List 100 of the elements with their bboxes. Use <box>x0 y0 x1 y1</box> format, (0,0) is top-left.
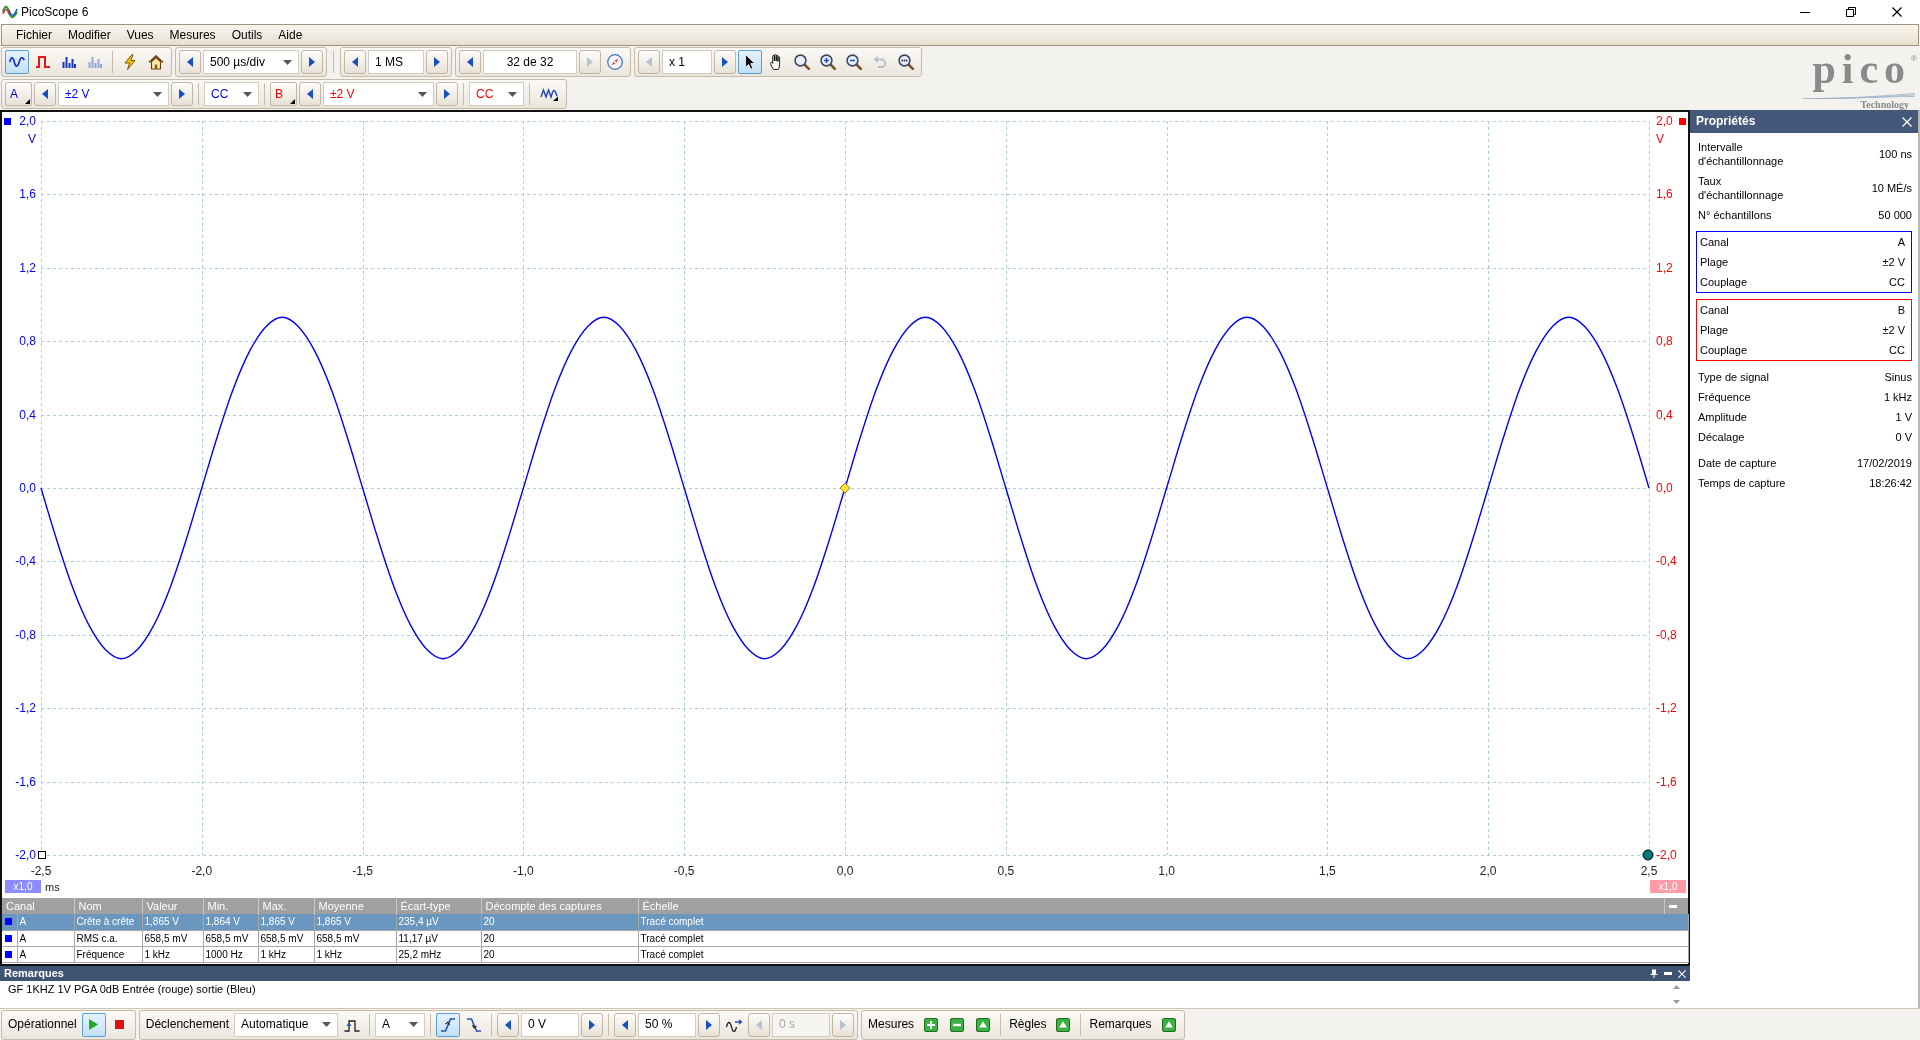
square-handle-icon[interactable] <box>38 851 46 859</box>
x-axis-label: 0,5 <box>997 864 1015 878</box>
threshold-field[interactable]: 0 V <box>521 1012 580 1037</box>
menu-item[interactable]: Mesures <box>161 25 224 45</box>
pin-icon <box>1650 969 1658 978</box>
property-label: Canal <box>1700 303 1730 317</box>
trigger-mode-dropdown[interactable]: Automatique <box>234 1012 339 1037</box>
step-forward-button[interactable] <box>301 50 323 74</box>
step-forward-button[interactable] <box>581 1012 604 1037</box>
left-arrow-icon <box>307 89 313 99</box>
close-button[interactable] <box>1678 969 1686 978</box>
undo-icon <box>873 56 887 68</box>
y-axis-label: -1,2 <box>1656 701 1677 716</box>
scope-mode-button[interactable] <box>5 50 29 74</box>
minimize-icon <box>1668 904 1677 908</box>
x-axis-label: -1,0 <box>513 864 534 878</box>
property-value: Sinus <box>1884 370 1912 384</box>
left-arrow-icon <box>622 1019 629 1030</box>
caret-icon <box>153 91 162 97</box>
menu-item[interactable]: Modifier <box>60 25 119 45</box>
x-axis-label: 2,0 <box>1479 864 1497 878</box>
property-label: Fréquence <box>1698 390 1752 404</box>
menu-item[interactable]: Vues <box>118 25 162 45</box>
menu-item[interactable]: Fichier <box>8 25 60 45</box>
buffer-field[interactable]: 32 de 32 <box>483 50 577 74</box>
x-axis-label: -2,0 <box>191 864 213 878</box>
sine-wave-icon <box>9 57 25 67</box>
close-icon <box>1902 116 1912 127</box>
pointer-tool-button[interactable] <box>738 50 762 74</box>
logo-tagline: Technology <box>1860 99 1909 110</box>
channel-marker-icon[interactable] <box>4 118 11 125</box>
pretrigger-field[interactable]: 50 % <box>638 1012 697 1037</box>
y-axis-label: -1,2 <box>15 701 36 716</box>
pointer-icon <box>744 54 756 70</box>
step-back-button[interactable] <box>179 50 201 74</box>
table-row[interactable]: A RMS c.a. 658,5 mV 658,5 mV 658,5 mV 658,5 mV 11,17 µV 20 Tracé complet <box>2 930 1688 946</box>
table-cell: 1,864 V <box>203 914 258 930</box>
step-forward-button[interactable] <box>714 50 736 74</box>
trigger-label: Déclenchement <box>144 1017 231 1032</box>
step-back-button[interactable] <box>614 1012 637 1037</box>
channel-button[interactable]: A <box>5 82 32 106</box>
plot-area[interactable]: 2,0 2,0 V V 1,6 1,6 1,2 1,2 0,8 0,8 0,4 0,4 0,0 0,0 -0,4 -0,4 -0,8 -0,8 -1,2 -1,2 -1,6 -1,6 -2,0 -2,0 -2,5 -2,0 -1,5 -1,0 -0,5 0,0 0,5 1,0 1,5 2,0 2,5 x1,0 ms x1,0 <box>2 112 1688 898</box>
timebase-dropdown[interactable]: 500 µs/div <box>203 50 299 74</box>
y-axis-label: 1,6 <box>19 187 36 202</box>
waveform-app-icon <box>2 5 18 19</box>
y-axis-label: -2,0 <box>1656 848 1677 862</box>
property-value: ±2 V <box>1882 255 1905 269</box>
table-row[interactable]: A Fréquence 1 kHz 1000 Hz 1 kHz 1 kHz 25,2 mHz 20 Tracé complet <box>2 946 1688 962</box>
channel-marker-icon[interactable] <box>1679 118 1686 125</box>
coupling-dropdown[interactable]: CC <box>469 82 524 106</box>
right-arrow-icon <box>179 89 185 99</box>
right-arrow-icon <box>444 89 450 99</box>
close-button[interactable] <box>1902 116 1912 127</box>
step-forward-button[interactable] <box>171 82 193 106</box>
step-back-button[interactable] <box>299 82 321 106</box>
lightning-icon <box>124 54 136 70</box>
axis-unit-label: V <box>28 132 36 146</box>
circle-handle-icon[interactable] <box>1642 849 1654 861</box>
wave-arrow-icon <box>726 1017 743 1032</box>
left-arrow-icon <box>646 57 652 67</box>
left-arrow-icon <box>505 1019 512 1030</box>
property-value: 1 V <box>1895 410 1912 424</box>
property-value: 18:26:42 <box>1869 476 1912 490</box>
step-back-button[interactable] <box>497 1012 520 1037</box>
run-button[interactable] <box>81 1012 106 1037</box>
right-arrow-icon <box>706 1019 713 1030</box>
play-icon <box>89 1019 99 1030</box>
range-dropdown[interactable]: ±2 V <box>323 82 434 106</box>
minimize-button[interactable] <box>1668 904 1677 908</box>
range-dropdown[interactable]: ±2 V <box>58 82 169 106</box>
samples-field[interactable]: 1 MS <box>368 50 424 74</box>
menu-item[interactable]: Aide <box>270 25 311 45</box>
property-label: Temps de capture <box>1698 476 1787 490</box>
zoom-factor-field[interactable]: x 1 <box>662 50 712 74</box>
menu-item[interactable]: Outils <box>223 25 271 45</box>
pin-button[interactable] <box>1650 969 1658 978</box>
property-label: Décalage <box>1698 430 1746 444</box>
step-forward-button[interactable] <box>698 1012 721 1037</box>
caret-icon <box>409 1022 419 1027</box>
magnifier-icon <box>898 54 914 70</box>
close-icon <box>1678 969 1686 978</box>
panel-title: Propriétés <box>1696 114 1756 129</box>
property-value: CC <box>1889 275 1905 289</box>
step-back-button[interactable] <box>34 82 56 106</box>
trigger-marker-icon[interactable] <box>839 482 851 494</box>
trigger-source-dropdown[interactable]: A <box>375 1012 426 1037</box>
y-axis-label: 1,2 <box>1656 260 1673 275</box>
step-back-button[interactable] <box>344 50 366 74</box>
coupling-dropdown[interactable]: CC <box>204 82 259 106</box>
caret-icon <box>508 91 517 97</box>
channel-button[interactable]: B <box>270 82 297 106</box>
step-forward-button[interactable] <box>436 82 458 106</box>
rising-edge-button[interactable] <box>436 1012 461 1037</box>
minus-icon <box>950 1017 965 1032</box>
step-forward-button[interactable] <box>426 50 448 74</box>
bar-chart-icon <box>62 56 76 68</box>
caret-icon <box>283 59 292 65</box>
x-axis-label: -1,5 <box>352 864 373 878</box>
step-back-button[interactable] <box>459 50 481 74</box>
property-value: CC <box>1889 343 1905 357</box>
